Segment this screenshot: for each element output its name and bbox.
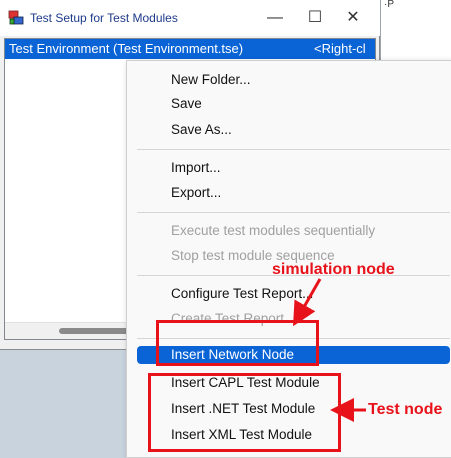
maximize-icon: ☐ xyxy=(307,9,323,26)
simulation-node-annotation: simulation node xyxy=(272,261,395,278)
minimize-icon: — xyxy=(267,9,283,26)
test-node-annotation: Test node xyxy=(368,401,443,418)
test-node-highlight-box xyxy=(148,373,341,452)
background-window-text: ·P xyxy=(384,0,394,10)
tree-row-label: Test Environment (Test Environment.tse) xyxy=(9,41,244,56)
simulation-node-highlight-box xyxy=(156,320,319,366)
menu-item-import[interactable]: Import... xyxy=(171,157,221,179)
tree-row-hint: <Right-cl xyxy=(314,41,366,56)
window-title: Test Setup for Test Modules xyxy=(30,11,178,25)
test-setup-app-icon xyxy=(8,10,24,25)
maximize-button[interactable]: ☐ xyxy=(302,6,328,30)
menu-item-save[interactable]: Save xyxy=(171,93,202,115)
menu-item-export[interactable]: Export... xyxy=(171,182,221,204)
menu-item-save-as[interactable]: Save As... xyxy=(171,119,232,141)
menu-item-execute-sequentially: Execute test modules sequentially xyxy=(171,223,376,238)
close-button[interactable]: ✕ xyxy=(340,6,366,30)
minimize-button[interactable]: — xyxy=(262,6,288,30)
title-bar[interactable]: Test Setup for Test Modules — ☐ ✕ xyxy=(0,0,380,36)
scrollbar-thumb[interactable] xyxy=(59,328,129,334)
menu-item-configure-test-report[interactable]: Configure Test Report... xyxy=(171,283,313,305)
menu-item-new-folder[interactable]: New Folder... xyxy=(171,69,251,91)
tree-row-test-environment[interactable]: Test Environment (Test Environment.tse) … xyxy=(5,39,375,59)
close-icon: ✕ xyxy=(346,9,360,26)
menu-separator xyxy=(137,212,450,213)
menu-separator xyxy=(137,149,450,150)
